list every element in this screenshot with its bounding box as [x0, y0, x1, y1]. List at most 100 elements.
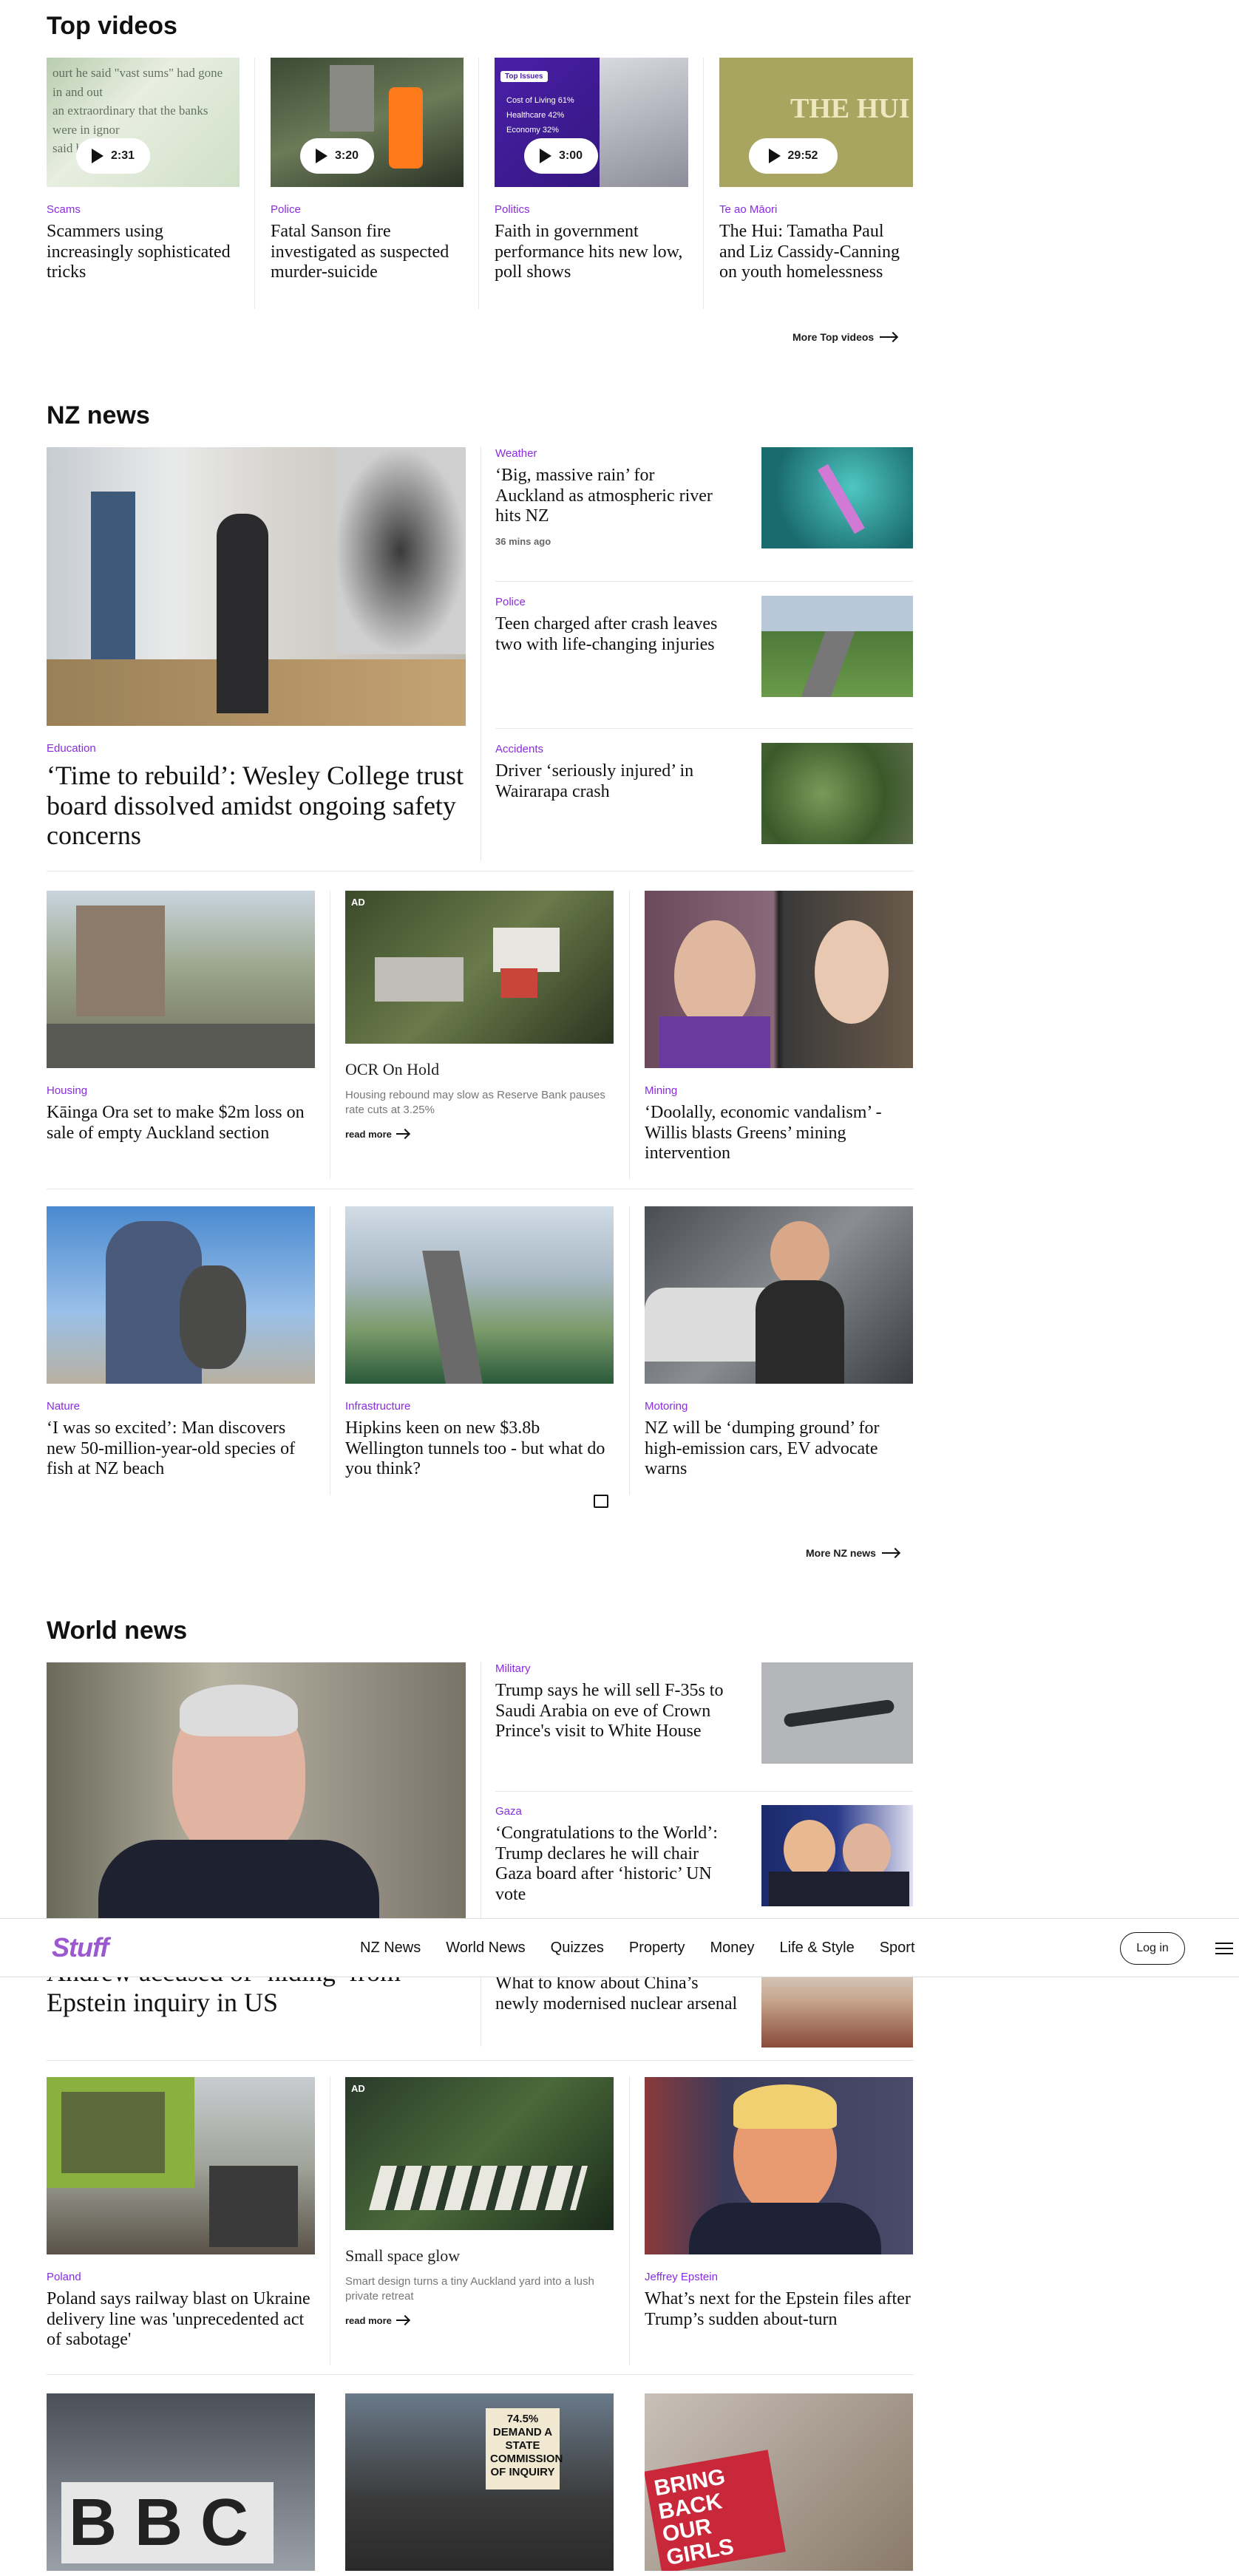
read-more-link[interactable]: read more [345, 2315, 614, 2326]
ad-image[interactable]: AD [345, 2077, 614, 2230]
category-label[interactable]: Accidents [495, 743, 739, 755]
more-nz-news-link[interactable]: More NZ news [806, 1547, 898, 1559]
headline-link[interactable]: ‘Big, massive rain’ for Auckland as atmo… [495, 466, 717, 527]
video-thumbnail[interactable]: 3:20 [271, 58, 464, 187]
hamburger-menu-icon[interactable] [1215, 1943, 1233, 1956]
nav-link-nz-news[interactable]: NZ News [360, 1940, 421, 1957]
headline-link[interactable]: Scammers using increasingly sophisticate… [47, 222, 240, 283]
ad-headline[interactable]: Small space glow [345, 2246, 460, 2265]
story-card[interactable]: Mining ‘Doolally, economic vandalism’ - … [645, 891, 913, 1164]
story-image[interactable] [47, 1206, 315, 1384]
category-label[interactable]: Gaza [495, 1805, 739, 1818]
login-button[interactable]: Log in [1120, 1932, 1185, 1965]
story-image[interactable]: BRING BACK OUR GIRLS [645, 2393, 913, 2571]
story-card[interactable]: Poland Poland says railway blast on Ukra… [47, 2077, 315, 2351]
story-image[interactable] [645, 891, 913, 1068]
category-label[interactable]: Jeffrey Epstein [645, 2271, 913, 2283]
headline-link[interactable]: What’s next for the Epstein files after … [645, 2289, 913, 2330]
nav-link-sport[interactable]: Sport [880, 1940, 915, 1957]
video-thumbnail[interactable]: THE HUI 29:52 [719, 58, 913, 187]
comment-icon[interactable] [594, 1495, 608, 1508]
headline-link[interactable]: What to know about China’s newly moderni… [495, 1974, 739, 2014]
story-card[interactable]: Infrastructure Hipkins keen on new $3.8b… [345, 1206, 614, 1508]
play-button[interactable]: 3:20 [300, 138, 374, 174]
play-button[interactable]: 3:00 [524, 138, 598, 174]
side-story[interactable]: Military Trump says he will sell F-35s t… [495, 1662, 913, 1788]
story-thumbnail[interactable] [761, 596, 913, 697]
headline-link[interactable]: Kāinga Ora set to make $2m loss on sale … [47, 1103, 315, 1143]
category-label[interactable]: Infrastructure [345, 1400, 614, 1413]
category-label[interactable]: Poland [47, 2271, 315, 2283]
nav-link-world-news[interactable]: World News [446, 1940, 525, 1957]
category-label[interactable]: Police [271, 203, 464, 216]
ad-card[interactable]: AD Small space glow Smart design turns a… [345, 2077, 614, 2326]
more-top-videos-link[interactable]: More Top videos [792, 331, 897, 343]
play-button[interactable]: 2:31 [76, 138, 150, 174]
story-thumbnail[interactable] [761, 743, 913, 844]
nav-link-quizzes[interactable]: Quizzes [551, 1940, 604, 1957]
video-card[interactable]: Top Issues Cost of Living 61% Healthcare… [495, 58, 688, 283]
video-card[interactable]: 3:20 Police Fatal Sanson fire investigat… [271, 58, 464, 283]
headline-link[interactable]: Poland says railway blast on Ukraine del… [47, 2289, 315, 2351]
category-label[interactable]: Weather [495, 447, 717, 460]
category-label[interactable]: Education [47, 742, 466, 755]
category-label[interactable]: Politics [495, 203, 688, 216]
story-image[interactable]: BBC [47, 2393, 315, 2571]
video-thumbnail[interactable]: Top Issues Cost of Living 61% Healthcare… [495, 58, 688, 187]
story-thumbnail[interactable] [761, 1662, 913, 1764]
category-label[interactable]: Motoring [645, 1400, 913, 1413]
nav-link-money[interactable]: Money [710, 1940, 755, 1957]
category-label[interactable]: Nature [47, 1400, 315, 1413]
video-card[interactable]: THE HUI 29:52 Te ao Māori The Hui: Tamat… [719, 58, 913, 283]
headline-link[interactable]: Hipkins keen on new $3.8b Wellington tun… [345, 1418, 614, 1480]
video-thumbnail[interactable]: ourt he said "vast sums" had gone in and… [47, 58, 240, 187]
lead-image[interactable] [47, 1662, 466, 1941]
story-image[interactable]: 74.5% DEMAND A STATE COMMISSION OF INQUI… [345, 2393, 614, 2571]
story-card[interactable]: Motoring NZ will be ‘dumping ground’ for… [645, 1206, 913, 1480]
category-label[interactable]: Housing [47, 1084, 315, 1097]
headline-link[interactable]: Faith in government performance hits new… [495, 222, 688, 283]
headline-link[interactable]: Teen charged after crash leaves two with… [495, 614, 739, 655]
ad-headline[interactable]: OCR On Hold [345, 1060, 439, 1078]
ad-image[interactable]: AD [345, 891, 614, 1044]
headline-link[interactable]: NZ will be ‘dumping ground’ for high-emi… [645, 1418, 913, 1480]
story-image[interactable] [645, 1206, 913, 1384]
story-thumbnail[interactable] [761, 1805, 913, 1906]
story-image[interactable] [47, 2077, 315, 2254]
headline-link[interactable]: ‘I was so excited’: Man discovers new 50… [47, 1418, 315, 1480]
nav-link-life-style[interactable]: Life & Style [780, 1940, 855, 1957]
video-card[interactable]: ourt he said "vast sums" had gone in and… [47, 58, 240, 283]
story-image[interactable] [345, 1206, 614, 1384]
ad-card[interactable]: AD OCR On Hold Housing rebound may slow … [345, 891, 614, 1140]
headline-link[interactable]: Trump says he will sell F-35s to Saudi A… [495, 1681, 739, 1742]
headline-link[interactable]: Fatal Sanson fire investigated as suspec… [271, 222, 464, 283]
lead-story[interactable]: Education ‘Time to rebuild’: Wesley Coll… [47, 447, 466, 851]
play-button[interactable]: 29:52 [749, 138, 838, 174]
category-label[interactable]: Military [495, 1662, 739, 1675]
headline-link[interactable]: The Hui: Tamatha Paul and Liz Cassidy-Ca… [719, 222, 913, 283]
headline-link[interactable]: Driver ‘seriously injured’ in Wairarapa … [495, 761, 739, 802]
side-story[interactable]: Accidents Driver ‘seriously injured’ in … [495, 743, 913, 854]
headline-link[interactable]: ‘Time to rebuild’: Wesley College trust … [47, 761, 466, 851]
story-card[interactable]: Nature ‘I was so excited’: Man discovers… [47, 1206, 315, 1480]
side-story[interactable]: Gaza ‘Congratulations to the World’: Tru… [495, 1805, 913, 1916]
side-story[interactable]: Weather ‘Big, massive rain’ for Auckland… [495, 447, 913, 558]
side-story[interactable]: What to know about China’s newly moderni… [495, 1966, 913, 2047]
category-label[interactable]: Scams [47, 203, 240, 216]
story-thumbnail[interactable] [761, 1966, 913, 2047]
story-card[interactable]: Housing Kāinga Ora set to make $2m loss … [47, 891, 315, 1143]
lead-image[interactable] [47, 447, 466, 726]
headline-link[interactable]: ‘Congratulations to the World’: Trump de… [495, 1824, 739, 1905]
stuff-logo[interactable]: Stuff [52, 1932, 109, 1963]
story-thumbnail[interactable] [761, 447, 913, 548]
headline-link[interactable]: ‘Doolally, economic vandalism’ - Willis … [645, 1103, 913, 1164]
read-more-link[interactable]: read more [345, 1129, 614, 1140]
category-label[interactable]: Mining [645, 1084, 913, 1097]
story-image[interactable] [645, 2077, 913, 2254]
story-image[interactable] [47, 891, 315, 1068]
category-label[interactable]: Police [495, 596, 739, 608]
story-card[interactable]: Jeffrey Epstein What’s next for the Epst… [645, 2077, 913, 2330]
nav-link-property[interactable]: Property [629, 1940, 685, 1957]
side-story[interactable]: Police Teen charged after crash leaves t… [495, 596, 913, 707]
category-label[interactable]: Te ao Māori [719, 203, 913, 216]
